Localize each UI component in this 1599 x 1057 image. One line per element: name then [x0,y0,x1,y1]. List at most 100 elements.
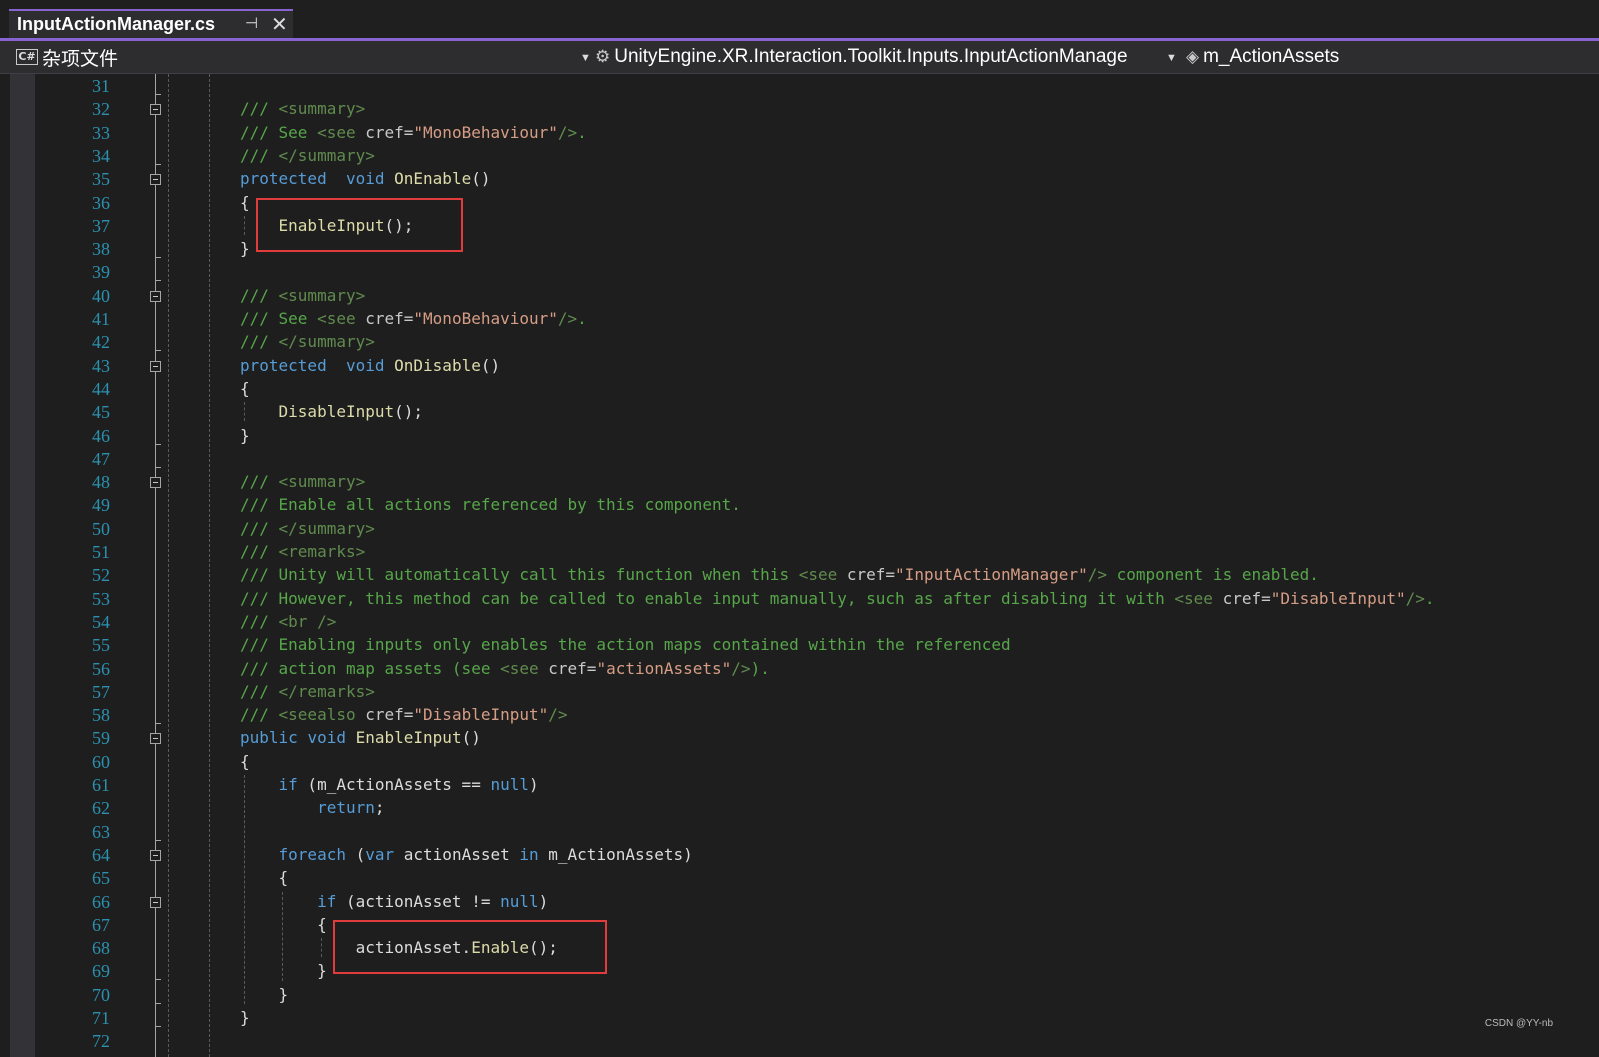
collapse-icon[interactable] [150,733,161,745]
code-token: () [461,728,481,748]
highlight-box-enable-call [333,920,608,975]
close-icon[interactable]: ✕ [271,12,288,37]
code-line[interactable]: /// <seealso cref="DisableInput"/> [240,705,568,725]
line-number: 58 [92,705,110,726]
outline-tick [155,1026,161,1027]
code-line[interactable]: public void EnableInput() [240,728,481,748]
code-token: foreach [278,844,346,864]
code-line[interactable]: { [240,379,250,399]
code-line[interactable]: protected void OnEnable() [240,169,490,189]
project-dropdown[interactable]: C# 杂项文件 [16,41,586,73]
line-number: 65 [92,868,110,889]
line-number: 71 [92,1008,110,1028]
project-label: 杂项文件 [42,48,119,70]
code-token: </summary> [278,145,375,165]
code-token: <seealso [278,705,366,725]
code-line[interactable]: /// Unity will automatically call this f… [240,565,1319,585]
code-token: () [480,355,501,375]
collapse-icon[interactable] [150,849,161,861]
line-number: 48 [92,472,110,493]
line-number: 66 [92,891,110,912]
code-line[interactable]: /// </summary> [240,519,375,539]
code-token: /// Enabling inputs only enables the act… [240,635,1011,655]
code-line[interactable]: if (m_ActionAssets == null) [240,775,539,795]
code-token: "MonoBehaviour" [413,309,558,328]
code-token: <br /> [278,611,337,631]
code-line[interactable]: /// However, this method can be called t… [240,589,1435,609]
code-line[interactable]: /// <remarks> [240,542,365,562]
line-number: 67 [92,914,110,935]
code-token: /// [240,472,279,492]
collapse-icon[interactable] [150,896,161,908]
code-line[interactable]: /// </remarks> [240,682,375,702]
code-line[interactable]: } [240,1008,250,1028]
line-number: 68 [92,938,110,959]
collapse-icon[interactable] [150,290,161,302]
code-token: <see [1174,588,1223,608]
collapse-icon[interactable] [150,360,161,372]
code-line[interactable]: /// See <see cref="MonoBehaviour"/>. [240,123,587,143]
line-number: 47 [92,448,110,469]
code-line[interactable]: protected void OnDisable() [240,356,500,376]
outline-tick [155,257,161,259]
code-line[interactable]: if (actionAsset != null) [240,892,548,912]
line-number: 70 [92,984,110,1005]
code-line[interactable]: foreach (var actionAsset in m_ActionAsse… [240,845,693,865]
outline-tick [155,466,161,468]
code-token: <see [500,658,549,678]
code-token: "DisableInput" [1270,588,1406,608]
code-token: actionAsset [394,844,520,864]
code-line[interactable]: DisableInput(); [240,402,424,422]
code-editor[interactable]: 31 32 33 34 35 36 37 38 39 40 41 42 43 44 45 46 47 48 49 50… [0,74,1599,1057]
chevron-down-icon[interactable]: ▼ [1166,52,1177,64]
line-number: 56 [92,658,110,679]
code-line[interactable]: /// Enabling inputs only enables the act… [240,635,1011,655]
indent-guide [209,74,210,1057]
code-line[interactable]: /// </summary> [240,146,375,166]
code-line[interactable]: /// </summary> [240,332,375,352]
collapse-icon[interactable] [150,174,161,186]
line-number: 52 [92,565,110,586]
code-token: ; [374,798,385,818]
highlight-box-enableinput-call [256,197,464,252]
code-line[interactable]: } [240,985,289,1005]
chevron-down-icon[interactable]: ▼ [580,52,591,64]
code-token: void [307,728,346,748]
code-line[interactable]: /// <summary> [240,99,365,119]
code-line[interactable]: /// <summary> [240,286,365,306]
code-line[interactable]: return; [240,798,385,818]
indent-guide [320,938,322,958]
code-token: /// [240,518,279,538]
line-number: 43 [92,355,110,376]
code-token: "DisableInput" [413,705,549,725]
indicator-margin[interactable] [10,74,35,1057]
code-token: } [240,425,250,445]
member-dropdown[interactable]: ◈ m_ActionAssets [1186,41,1586,73]
tab-inputactionmanager[interactable]: InputActionManager.cs ⊣ ✕ [9,9,293,38]
outline-tick [155,443,161,445]
code-line[interactable]: /// Enable all actions referenced by thi… [240,495,741,515]
code-line[interactable]: } [240,239,250,259]
code-line[interactable]: { [240,193,250,213]
code-token: /> [1087,565,1107,585]
code-token: cref= [846,565,896,585]
code-line[interactable]: /// See <see cref="MonoBehaviour"/>. [240,309,587,329]
type-dropdown[interactable]: ⚙ UnityEngine.XR.Interaction.Toolkit.Inp… [595,41,1155,73]
line-number: 61 [92,775,110,795]
collapse-icon[interactable] [150,104,161,116]
code-line[interactable]: { [240,868,289,888]
collapse-icon[interactable] [150,477,161,489]
code-line[interactable]: /// <br /> [240,612,336,632]
line-number: 40 [92,285,110,306]
code-token: <remarks> [278,542,366,561]
code-line[interactable]: } [240,426,250,446]
code-token: void [345,169,385,189]
pin-icon[interactable]: ⊣ [245,14,258,32]
code-line[interactable]: /// action map assets (see <see cref="ac… [240,659,770,679]
code-line[interactable]: { [240,752,250,772]
code-line[interactable]: /// <summary> [240,472,365,492]
